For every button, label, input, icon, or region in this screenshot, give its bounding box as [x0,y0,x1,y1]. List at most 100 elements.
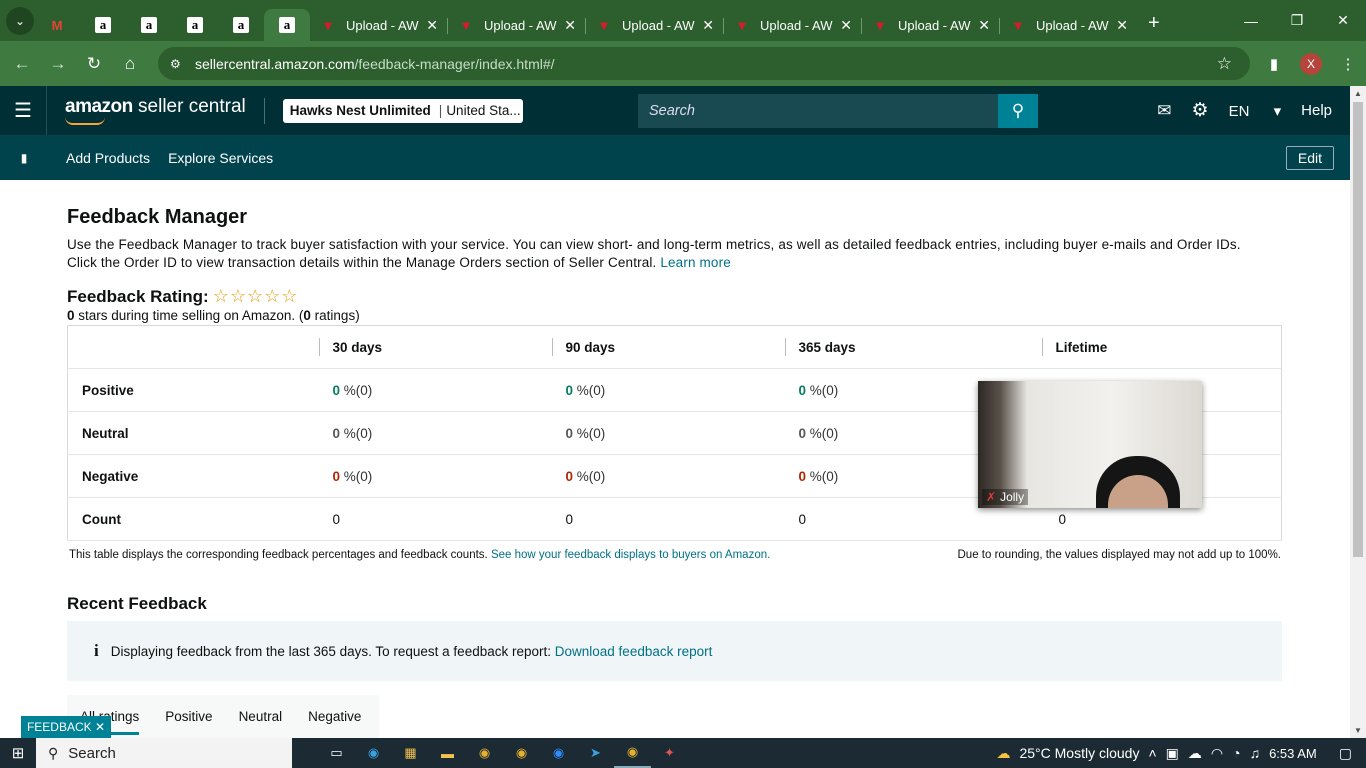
new-tab-button[interactable]: + [1148,12,1160,35]
nav-explore-services[interactable]: Explore Services [168,150,273,166]
url-host: sellercentral.amazon.com [195,55,355,72]
chrome-active-icon[interactable]: ◉ [614,738,651,768]
feedback-tag-button[interactable]: FEEDBACK ✕ [21,716,111,738]
telegram-icon[interactable]: ➤ [577,738,614,768]
upload-favicon-icon: ▼ [459,17,473,33]
row-label: Count [67,497,319,541]
account-name: Hawks Nest Unlimited [289,103,431,118]
profile-avatar[interactable]: X [1300,52,1322,75]
home-icon[interactable]: ⌂ [112,54,148,74]
hamburger-menu-icon[interactable]: ☰ [0,86,47,135]
tray-chevron-icon[interactable]: ˄ [1148,745,1156,761]
network-icon[interactable]: ◠ [1211,745,1223,762]
tab-upload[interactable]: ▼ Upload - AW ✕ [724,9,862,41]
menu-dots-icon[interactable]: ⋮ [1330,55,1366,73]
row-label: Neutral [67,411,319,455]
side-panel-icon[interactable]: ▮ [1256,55,1292,73]
weather-text[interactable]: 25°C Mostly cloudy [1019,745,1139,761]
upload-favicon-icon: ▼ [873,17,887,33]
page-scrollbar[interactable]: ▲ ▼ [1350,86,1366,738]
app-icon[interactable]: ✦ [651,738,688,768]
edit-button[interactable]: Edit [1285,146,1334,170]
site-info-icon[interactable]: ⚙ [170,57,186,71]
chrome-icon[interactable]: ◉ [466,738,503,768]
volume-icon[interactable]: ♫ [1250,745,1261,761]
learn-more-link[interactable]: Learn more [660,255,731,270]
tab-amazon[interactable]: a [80,9,126,41]
account-switcher[interactable]: Hawks Nest Unlimited | United Sta... [282,98,523,123]
download-report-link[interactable]: Download feedback report [555,644,713,659]
table-note: This table displays the corresponding fe… [69,549,1281,561]
tab-upload[interactable]: ▼ Upload - AW ✕ [448,9,586,41]
column-header: 90 days [565,339,616,355]
scrollbar-thumb[interactable] [1353,102,1363,557]
close-icon[interactable]: ✕ [426,17,438,34]
reload-icon[interactable]: ↻ [76,54,112,74]
restore-button[interactable]: ❐ [1274,0,1320,41]
edge-icon[interactable]: ◉ [355,738,392,768]
amazon-icon: a [187,17,203,33]
weather-icon[interactable]: ☁ [996,745,1010,762]
taskbar-search[interactable]: ⚲ Search [36,738,292,768]
zoom-icon[interactable]: ◉ [540,738,577,768]
language-selector[interactable]: EN ▾ [1229,102,1282,120]
address-bar[interactable]: ⚙ sellercentral.amazon.com/feedback-mana… [158,47,1250,80]
tab-upload[interactable]: ▼ Upload - AW ✕ [310,9,448,41]
file-explorer-icon[interactable]: ▬ [429,738,466,768]
nav-add-products[interactable]: Add Products [66,150,150,166]
gear-icon[interactable]: ⚙ [1192,99,1209,122]
tab-title: Upload - AW [346,17,419,33]
tab-amazon-active[interactable]: a [264,9,310,41]
meet-icon[interactable]: ▣ [1166,745,1179,762]
tab-gmail[interactable]: M [34,9,80,41]
scroll-up-icon[interactable]: ▲ [1354,89,1362,98]
store-icon[interactable]: ▦ [392,738,429,768]
close-icon[interactable]: ✕ [702,17,714,34]
wifi-icon[interactable]: ◔ [1232,745,1240,761]
video-call-overlay[interactable]: ✗ Jolly [978,381,1202,508]
bookmarks-nav: ▮ Add Products Explore Services Edit [0,135,1350,180]
tab-positive[interactable]: Positive [165,709,212,724]
gmail-icon: M [51,17,63,33]
windows-start-icon[interactable]: ⊞ [0,744,36,762]
info-icon: i [94,641,99,660]
mail-icon[interactable]: ✉ [1157,101,1171,121]
tab-upload[interactable]: ▼ Upload - AW ✕ [862,9,1000,41]
info-alert: i Displaying feedback from the last 365 … [67,621,1282,681]
minimize-button[interactable]: — [1228,0,1274,41]
seller-central-logo[interactable]: amazon seller central [65,96,246,126]
participant-name: ✗ Jolly [982,489,1029,505]
address-toolbar: ← → ↻ ⌂ ⚙ sellercentral.amazon.com/feedb… [0,41,1366,86]
close-icon[interactable]: ✕ [840,17,852,34]
close-icon[interactable]: ✕ [978,17,990,34]
browser-tab-strip: ⌄ M a a a a a ▼ Upload - AW ✕ ▼ Upload - AW… [0,0,1366,41]
onedrive-icon[interactable]: ☁ [1188,745,1202,762]
table-header-row: 30 days 90 days 365 days Lifetime [67,325,1282,369]
tab-upload[interactable]: ▼ Upload - AW ✕ [1000,9,1138,41]
feedback-display-link[interactable]: See how your feedback displays to buyers… [491,549,770,561]
task-view-icon[interactable]: ▭ [318,738,355,768]
column-header: Lifetime [1055,339,1108,355]
tab-search-icon[interactable]: ⌄ [6,6,34,35]
clock[interactable]: 6:53 AM [1269,746,1317,761]
help-link[interactable]: Help [1301,102,1332,119]
scroll-down-icon[interactable]: ▼ [1354,726,1362,735]
tab-amazon[interactable]: a [126,9,172,41]
bookmark-icon[interactable]: ▮ [0,151,48,165]
notification-icon[interactable]: ▢ [1339,745,1352,762]
tab-negative[interactable]: Negative [308,709,361,724]
tab-neutral[interactable]: Neutral [239,709,283,724]
bookmark-star-icon[interactable]: ☆ [1217,54,1232,74]
close-icon[interactable]: ✕ [1116,17,1128,34]
search-input[interactable]: Search [638,94,998,128]
close-icon[interactable]: ✕ [564,17,576,34]
search-button[interactable]: ⚲ [998,94,1038,128]
close-icon[interactable]: ✕ [95,720,105,734]
forward-icon[interactable]: → [40,54,76,74]
tab-upload[interactable]: ▼ Upload - AW ✕ [586,9,724,41]
back-icon[interactable]: ← [4,54,40,74]
window-close-button[interactable]: ✕ [1320,0,1366,41]
chrome-icon[interactable]: ◉ [503,738,540,768]
tab-amazon[interactable]: a [172,9,218,41]
tab-amazon[interactable]: a [218,9,264,41]
